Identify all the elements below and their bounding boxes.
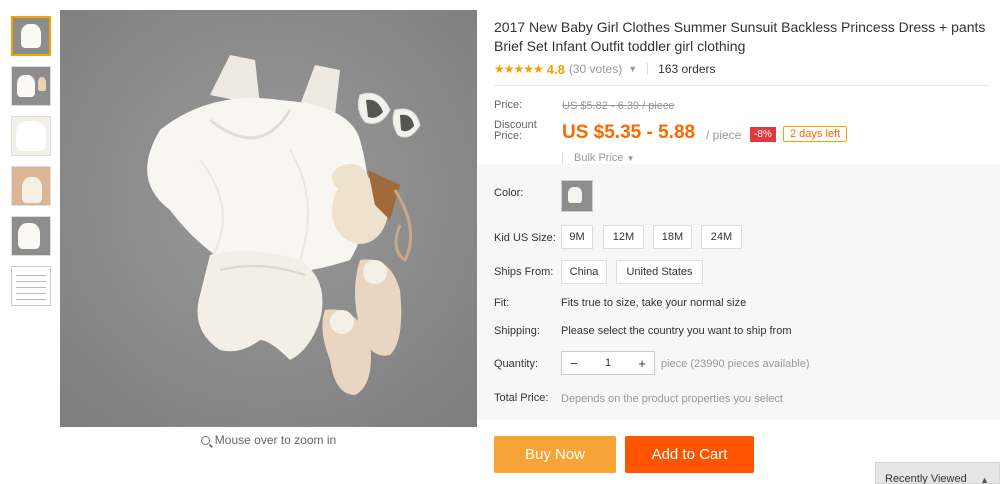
quantity-minus-button[interactable]: −: [562, 356, 586, 371]
product-title: 2017 New Baby Girl Clothes Summer Sunsui…: [494, 19, 986, 54]
quantity-label: Quantity:: [494, 358, 539, 370]
ships-from-united-states[interactable]: United States: [616, 260, 703, 284]
chevron-down-icon: ▼: [626, 154, 635, 163]
add-to-cart-button[interactable]: Add to Cart: [625, 436, 754, 473]
price-block: Price: US $5.82 - 6.39 / piece Discount …: [494, 86, 990, 168]
thumbnail-list: [8, 16, 54, 316]
chevron-up-icon: ▲: [980, 475, 989, 484]
ships-from-label: Ships From:: [494, 266, 554, 278]
price-label: Price:: [494, 99, 523, 111]
orders-count: 163 orders: [658, 62, 716, 76]
bulk-price-toggle[interactable]: Bulk Price ▼: [562, 152, 635, 164]
per-piece-unit: / piece: [706, 128, 742, 142]
quantity-available: piece (23990 pieces available): [661, 358, 810, 370]
bulk-price-label: Bulk Price: [574, 152, 624, 164]
rating-stars-icon: ★★★★★: [494, 62, 544, 76]
zoom-hint-text: Mouse over to zoom in: [214, 433, 337, 447]
product-detail: 2017 New Baby Girl Clothes Summer Sunsui…: [494, 18, 990, 168]
size-option-9m[interactable]: 9M: [561, 225, 593, 249]
thumbnail-3[interactable]: [11, 116, 51, 156]
rating-row: ★★★★★ 4.8 (30 votes) ▼ 163 orders: [494, 60, 990, 78]
buy-now-button[interactable]: Buy Now: [494, 436, 616, 473]
chevron-down-icon[interactable]: ▼: [628, 64, 637, 74]
recently-viewed-tab[interactable]: Recently Viewed ▲: [875, 462, 1000, 484]
color-swatch-white[interactable]: [561, 180, 593, 212]
magnifier-icon: [200, 436, 210, 445]
thumbnail-5[interactable]: [11, 216, 51, 256]
size-option-12m[interactable]: 12M: [603, 225, 644, 249]
days-left-badge: 2 days left: [783, 126, 848, 142]
fit-value: Fits true to size, take your normal size: [561, 297, 747, 309]
ships-from-china[interactable]: China: [561, 260, 607, 284]
size-option-24m[interactable]: 24M: [701, 225, 742, 249]
total-price-value: Depends on the product properties you se…: [561, 393, 783, 405]
zoom-hint: Mouse over to zoom in: [60, 433, 477, 447]
thumbnail-6-size-chart[interactable]: [11, 266, 51, 306]
color-label: Color:: [494, 187, 524, 199]
discount-label-line2: Price:: [494, 130, 523, 142]
recently-viewed-label: Recently Viewed: [885, 473, 967, 484]
thumbnail-2[interactable]: [11, 66, 51, 106]
discount-percent-badge: -8%: [750, 127, 776, 142]
original-price: US $5.82 - 6.39 / piece: [562, 100, 675, 112]
discount-price: US $5.35 - 5.88: [562, 122, 696, 143]
product-photo-illustration: [60, 10, 477, 427]
product-options-panel: Color: Kid US Size: 9M 12M 18M 24M Ships…: [477, 164, 1000, 420]
size-label: Kid US Size:: [494, 232, 556, 244]
quantity-input[interactable]: 1: [586, 357, 630, 369]
quantity-stepper: − 1 +: [561, 351, 655, 375]
divider: [647, 63, 649, 75]
thumbnail-4[interactable]: [11, 166, 51, 206]
quantity-plus-button[interactable]: +: [630, 356, 654, 371]
main-product-image[interactable]: [60, 10, 477, 427]
fit-label: Fit:: [494, 297, 510, 309]
votes-link[interactable]: (30 votes): [569, 62, 622, 76]
rating-value: 4.8: [546, 61, 565, 77]
total-price-label: Total Price:: [494, 392, 549, 404]
thumbnail-1[interactable]: [11, 16, 51, 56]
shipping-label: Shipping:: [494, 325, 540, 337]
shipping-value: Please select the country you want to sh…: [561, 325, 792, 337]
size-option-18m[interactable]: 18M: [653, 225, 692, 249]
